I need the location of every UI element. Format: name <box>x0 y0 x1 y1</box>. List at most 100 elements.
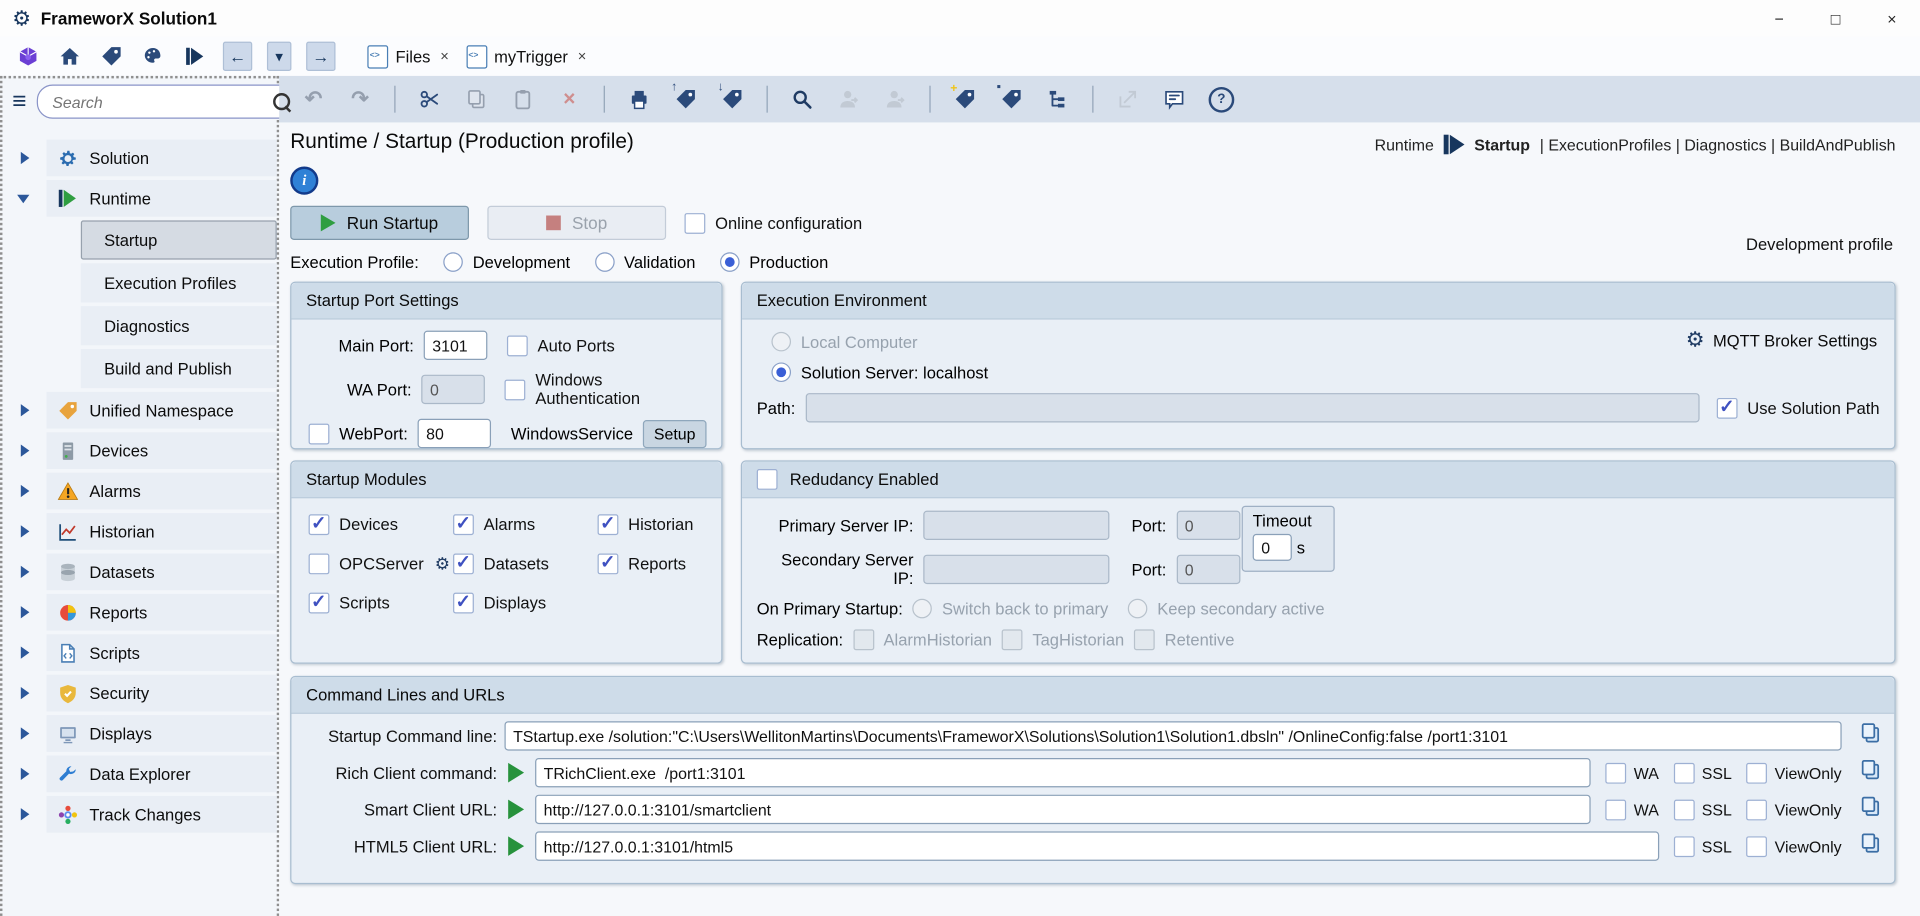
redundancy-enabled-checkbox[interactable] <box>757 469 778 490</box>
maximize-icon[interactable]: □ <box>1807 0 1863 37</box>
close-icon[interactable]: × <box>1864 0 1920 37</box>
breadcrumb-siblings[interactable]: | ExecutionProfiles | Diagnostics | Buil… <box>1540 135 1896 153</box>
startup-command-input[interactable] <box>504 721 1841 750</box>
history-dropdown-icon[interactable]: ▾ <box>267 42 291 71</box>
primary-server-ip-input[interactable] <box>923 511 1109 540</box>
chevron-right-icon[interactable] <box>21 566 30 578</box>
sidebar-item-data-explorer[interactable]: Data Explorer <box>2 756 276 793</box>
tab-files[interactable]: <> Files × <box>367 45 448 68</box>
print-icon[interactable] <box>627 87 651 111</box>
chevron-right-icon[interactable] <box>21 525 30 537</box>
sidebar-item-runtime[interactable]: Runtime <box>2 180 276 217</box>
copy-icon[interactable] <box>464 87 488 111</box>
module-reports[interactable]: Reports <box>598 553 705 574</box>
chevron-right-icon[interactable] <box>21 404 30 416</box>
webport-input[interactable] <box>418 419 491 448</box>
timeout-input[interactable] <box>1253 534 1292 561</box>
chevron-right-icon[interactable] <box>21 152 30 164</box>
copy-icon[interactable] <box>1859 758 1882 787</box>
draw-icon[interactable] <box>140 43 167 70</box>
checkbox[interactable] <box>1717 397 1738 418</box>
sidebar-item-build-and-publish[interactable]: Build and Publish <box>81 349 277 388</box>
main-port-input[interactable] <box>424 331 488 360</box>
checkbox[interactable] <box>1134 629 1155 650</box>
checkbox[interactable] <box>1674 799 1695 820</box>
home-icon[interactable] <box>56 43 83 70</box>
wa-port-input[interactable] <box>421 375 485 404</box>
checkbox[interactable] <box>507 335 528 356</box>
checkbox[interactable] <box>1747 799 1768 820</box>
tag-icon[interactable] <box>98 43 125 70</box>
keep-secondary-radio[interactable]: Keep secondary active <box>1128 599 1325 619</box>
info-icon[interactable]: i <box>290 167 318 195</box>
checkbox[interactable] <box>505 379 526 400</box>
windows-auth-checkbox[interactable]: Windows Authentication <box>505 371 707 408</box>
tree-view-icon[interactable] <box>1046 87 1070 111</box>
module-displays[interactable]: Displays <box>453 593 597 614</box>
rich-client-command-input[interactable] <box>535 758 1591 787</box>
ssl-checkbox[interactable]: SSL <box>1674 799 1732 820</box>
module-datasets[interactable]: Datasets <box>453 553 597 574</box>
paste-icon[interactable] <box>511 87 535 111</box>
comment-icon[interactable] <box>1162 87 1186 111</box>
html5-client-url-input[interactable] <box>535 831 1659 860</box>
find-next-icon[interactable] <box>836 87 860 111</box>
tab-close-icon[interactable]: × <box>440 48 449 65</box>
copy-icon[interactable] <box>1859 831 1882 860</box>
sidebar-item-security[interactable]: Security <box>2 675 276 712</box>
sidebar-item-reports[interactable]: Reports <box>2 594 276 631</box>
checkbox[interactable] <box>1747 836 1768 857</box>
chevron-right-icon[interactable] <box>21 647 30 659</box>
checkbox[interactable] <box>598 553 619 574</box>
sidebar-item-startup[interactable]: Startup <box>81 220 277 259</box>
checkbox[interactable] <box>1747 762 1768 783</box>
checkbox[interactable] <box>1606 762 1627 783</box>
stop-button[interactable]: Stop <box>487 206 666 240</box>
search-icon[interactable] <box>790 87 814 111</box>
checkbox[interactable] <box>853 629 874 650</box>
mqtt-broker-settings-button[interactable]: ⚙ MQTT Broker Settings <box>1686 328 1877 352</box>
radio[interactable] <box>443 252 463 272</box>
checkbox[interactable] <box>684 212 705 233</box>
sidebar-item-solution[interactable]: Solution <box>2 140 276 177</box>
run-startup-button[interactable]: Run Startup <box>290 206 469 240</box>
sidebar-item-track-changes[interactable]: Track Changes <box>2 796 276 833</box>
radio[interactable] <box>1128 599 1148 619</box>
ssl-checkbox[interactable]: SSL <box>1674 762 1732 783</box>
webport-checkbox[interactable] <box>309 423 330 444</box>
radio[interactable] <box>595 252 615 272</box>
profile-validation-radio[interactable]: Validation <box>595 252 696 272</box>
run-icon[interactable] <box>181 43 208 70</box>
breadcrumb-startup[interactable]: Startup <box>1474 135 1530 153</box>
module-devices[interactable]: Devices <box>309 514 453 535</box>
use-solution-path-checkbox[interactable]: Use Solution Path <box>1717 397 1880 418</box>
online-configuration-checkbox[interactable]: Online configuration <box>684 212 862 233</box>
profile-production-radio[interactable]: Production <box>720 252 828 272</box>
checkbox[interactable] <box>1674 762 1695 783</box>
viewonly-checkbox[interactable]: ViewOnly <box>1747 799 1842 820</box>
run-rich-client-icon[interactable] <box>508 763 524 783</box>
search-input[interactable] <box>50 91 273 112</box>
module-scripts[interactable]: Scripts <box>309 593 453 614</box>
sidebar-item-devices[interactable]: Devices <box>2 432 276 469</box>
solution-server-radio[interactable] <box>771 362 791 382</box>
back-icon[interactable]: ← <box>223 42 252 71</box>
find-previous-icon[interactable] <box>883 87 907 111</box>
auto-ports-checkbox[interactable]: Auto Ports <box>507 335 615 356</box>
local-computer-radio[interactable] <box>771 332 791 352</box>
viewonly-checkbox[interactable]: ViewOnly <box>1747 836 1842 857</box>
switch-back-radio[interactable]: Switch back to primary <box>913 599 1109 619</box>
alarmhistorian-checkbox[interactable]: AlarmHistorian <box>853 629 992 650</box>
tab-close-icon[interactable]: × <box>578 48 587 65</box>
secondary-port-input[interactable] <box>1176 555 1240 584</box>
profile-development-radio[interactable]: Development <box>443 252 570 272</box>
module-alarms[interactable]: Alarms <box>453 514 597 535</box>
search-icon[interactable] <box>273 93 290 110</box>
minimize-icon[interactable]: − <box>1751 0 1807 37</box>
chevron-down-icon[interactable] <box>17 195 29 204</box>
sidebar-item-unified-namespace[interactable]: Unified Namespace <box>2 392 276 429</box>
checkbox[interactable] <box>1002 629 1023 650</box>
copy-icon[interactable] <box>1859 795 1882 824</box>
path-input[interactable] <box>805 393 1699 422</box>
chevron-right-icon[interactable] <box>21 768 30 780</box>
